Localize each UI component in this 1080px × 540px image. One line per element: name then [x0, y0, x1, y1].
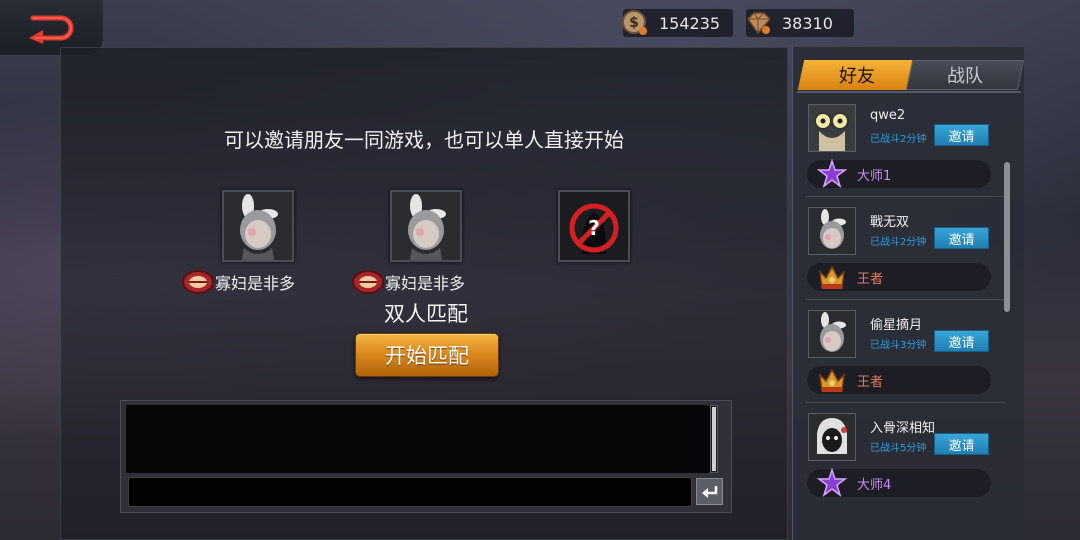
invite-button[interactable]: 邀请 [934, 227, 989, 249]
friend-avatar[interactable] [808, 207, 856, 255]
friend-status: 已战斗5分钟 [870, 443, 927, 454]
player-1-name-row: 寡妇是非多 [181, 268, 295, 296]
friend-card: 偷星摘月 已战斗3分钟 邀请 王者 [805, 305, 1005, 401]
friend-name: 入骨深相知 [870, 421, 936, 436]
friend-rank-label: 王者 [857, 271, 884, 287]
no-entry-icon: ? [560, 192, 628, 260]
player-avatar-icon [224, 192, 292, 260]
lobby-subtitle: 可以邀请朋友一同游戏，也可以单人直接开始 [224, 128, 624, 152]
send-button[interactable] [696, 478, 723, 505]
tab-team[interactable]: 战队 [905, 60, 1025, 90]
gold-crown-emblem-icon [818, 265, 846, 289]
friend-name: 戰无双 [870, 215, 910, 230]
avatar-icon [809, 105, 855, 151]
friend-list: qwe2 已战斗2分钟 邀请 大师1 戰无双 已战斗2分钟 邀请 王者 偷星摘月… [805, 99, 1005, 540]
coin-icon: $ [622, 10, 647, 35]
match-mode-label: 双人匹配 [384, 302, 468, 326]
divider [805, 299, 1005, 300]
tab-team-label: 战队 [947, 66, 983, 87]
chat-box [120, 400, 732, 513]
friend-card: 入骨深相知 已战斗5分钟 邀请 大师4 [805, 408, 1005, 504]
svg-text:$: $ [629, 15, 639, 31]
chat-log [126, 405, 712, 473]
player-avatar-icon [392, 192, 460, 260]
avatar-icon [809, 208, 855, 254]
invite-button[interactable]: 邀请 [934, 330, 989, 352]
social-panel: 好友 战队 qwe2 已战斗2分钟 邀请 大师1 戰无双 已战斗2分钟 邀请 王… [792, 47, 1025, 540]
friend-avatar[interactable] [808, 310, 856, 358]
friend-rank: 大师4 [807, 468, 991, 497]
rank-badge-icon [352, 270, 384, 294]
friend-avatar[interactable] [808, 413, 856, 461]
tab-friends-label: 好友 [839, 66, 875, 87]
friend-list-scrollbar[interactable] [1004, 162, 1010, 312]
friend-name: qwe2 [870, 108, 906, 123]
player-1-name: 寡妇是非多 [215, 274, 296, 293]
tab-underline [797, 91, 1021, 93]
friend-avatar[interactable] [808, 104, 856, 152]
gold-crown-emblem-icon [818, 368, 846, 392]
match-lobby-panel: 可以邀请朋友一同游戏，也可以单人直接开始 ? 寡妇是非多 寡妇是非多 双人匹配 … [60, 47, 788, 540]
friend-card: 戰无双 已战斗2分钟 邀请 王者 [805, 202, 1005, 298]
friend-rank: 王者 [807, 263, 991, 291]
tab-friends[interactable]: 好友 [797, 60, 917, 90]
chat-input[interactable] [128, 477, 692, 507]
friend-rank-label: 王者 [857, 374, 884, 390]
avatar-icon [809, 311, 855, 357]
friend-status: 已战斗3分钟 [870, 340, 927, 351]
gem-amount: 38310 [782, 13, 833, 33]
svg-text:?: ? [588, 216, 600, 240]
friend-rank: 王者 [807, 366, 991, 394]
player-slot-2[interactable] [390, 190, 462, 262]
friend-rank-label: 大师4 [857, 477, 892, 493]
coin-balance: $ 154235 [622, 9, 733, 37]
player-2-name: 寡妇是非多 [385, 274, 466, 293]
friend-status: 已战斗2分钟 [870, 237, 927, 248]
purple-star-emblem-icon [817, 159, 847, 188]
friend-status: 已战斗2分钟 [870, 134, 927, 145]
start-match-button[interactable]: 开始匹配 [355, 333, 499, 377]
rank-badge-icon [182, 270, 214, 294]
gem-balance: 38310 [746, 9, 854, 37]
divider [805, 402, 1005, 403]
friend-name: 偷星摘月 [870, 318, 923, 333]
friend-rank-label: 大师1 [857, 168, 892, 184]
divider [805, 196, 1005, 197]
friend-rank: 大师1 [807, 159, 991, 188]
avatar-icon [809, 414, 855, 460]
invite-button[interactable]: 邀请 [934, 433, 989, 455]
chat-scrollbar[interactable] [710, 405, 718, 473]
coin-amount: 154235 [659, 13, 721, 33]
friend-card: qwe2 已战斗2分钟 邀请 大师1 [805, 99, 1005, 195]
back-arrow-icon [28, 15, 73, 44]
invite-button[interactable]: 邀请 [934, 124, 989, 146]
gem-icon [747, 12, 772, 35]
enter-icon [701, 485, 717, 498]
player-2-name-row: 寡妇是非多 [351, 268, 465, 296]
empty-slot[interactable]: ? [558, 190, 630, 262]
player-slot-1[interactable] [222, 190, 294, 262]
purple-star-emblem-icon [817, 468, 847, 497]
